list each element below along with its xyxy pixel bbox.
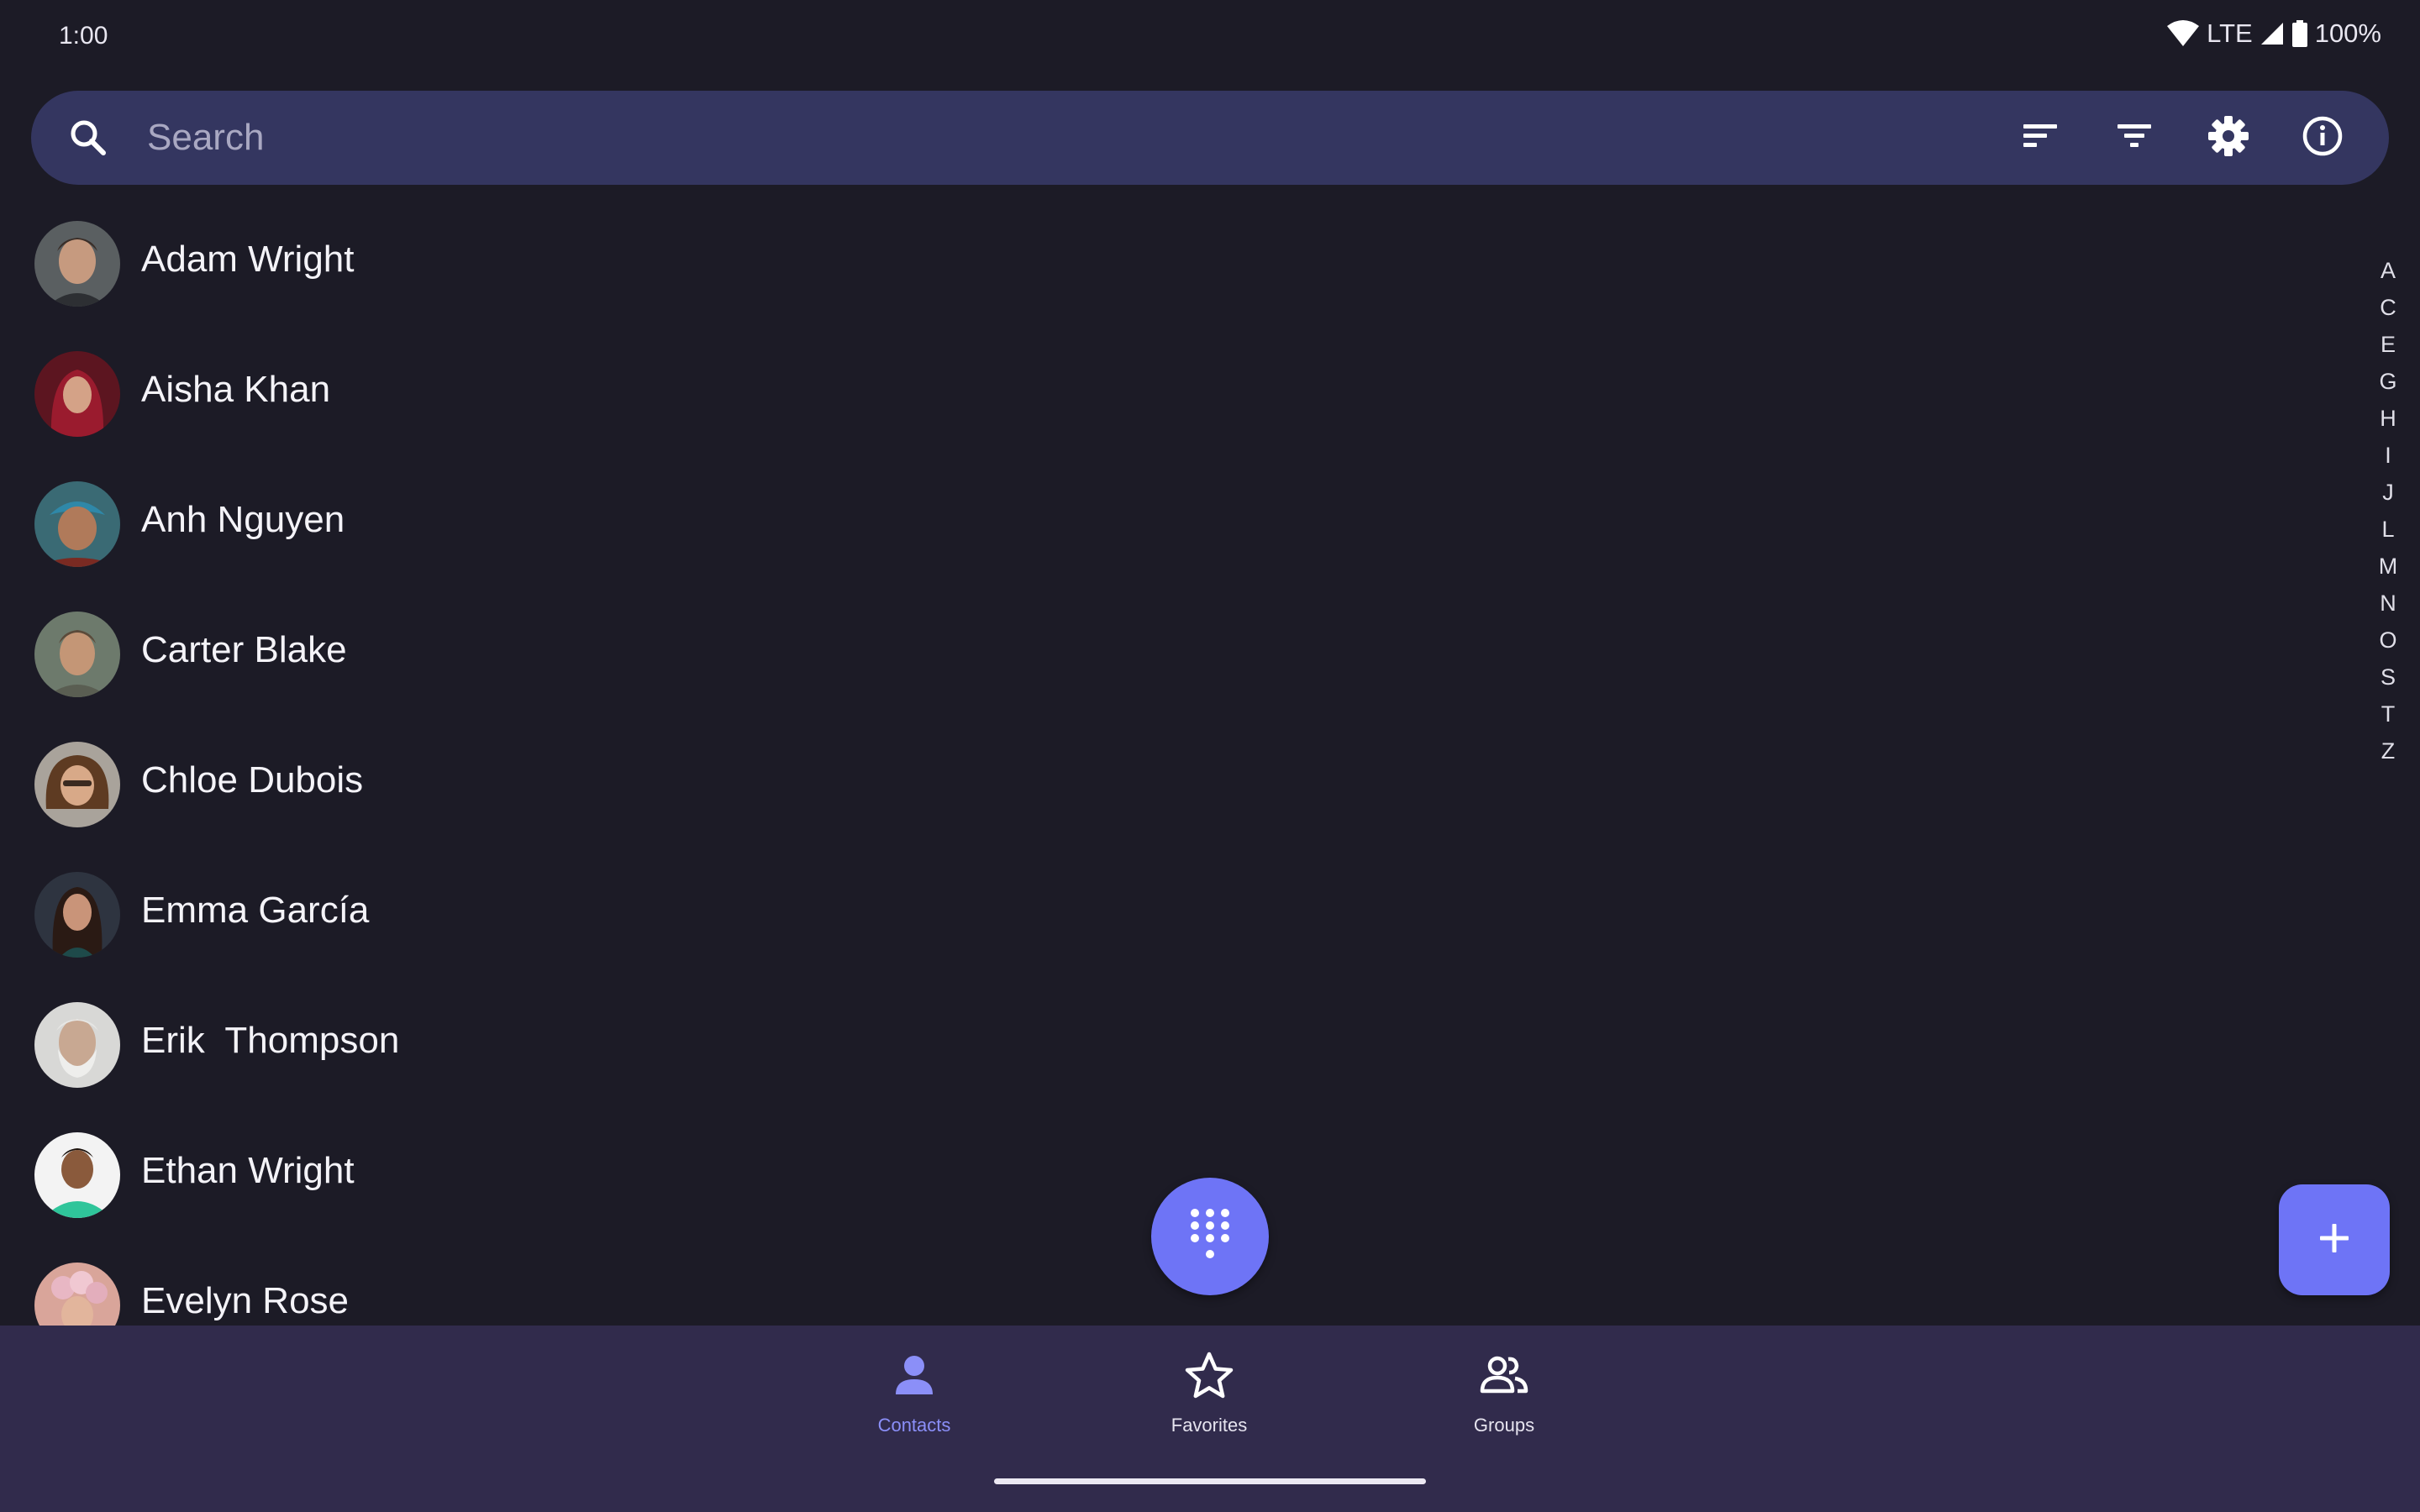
status-icons: LTE 100% [2166, 18, 2381, 49]
contact-row[interactable]: Carter Blake [0, 589, 2336, 719]
contact-name: Chloe Dubois [141, 759, 364, 801]
sort-button[interactable] [2013, 111, 2067, 165]
contact-row[interactable]: Chloe Dubois [0, 719, 2336, 849]
settings-gear-icon [2207, 114, 2250, 162]
info-icon [2301, 114, 2344, 162]
contact-row[interactable]: Adam Wright [0, 198, 2336, 328]
status-bar: 1:00 LTE 100% [0, 0, 2420, 76]
contact-name: Erik Thompson [141, 1020, 400, 1061]
star-icon [1182, 1349, 1236, 1403]
contact-name: Anh Nguyen [141, 499, 345, 540]
sort-icon [2020, 121, 2060, 155]
nav-item-favorites[interactable]: Favorites [1108, 1349, 1310, 1458]
alphabet-index-letter[interactable]: A [2370, 252, 2407, 289]
search-icon[interactable] [65, 114, 112, 161]
alphabet-index-letter[interactable]: S [2370, 659, 2407, 696]
contact-name: Adam Wright [141, 239, 355, 280]
alphabet-index-letter[interactable]: Z [2370, 732, 2407, 769]
contact-row[interactable]: Emma García [0, 849, 2336, 979]
settings-button[interactable] [2202, 111, 2255, 165]
group-icon [1477, 1349, 1531, 1403]
search-bar [31, 91, 2389, 185]
alphabet-index-letter[interactable]: N [2370, 585, 2407, 622]
contact-name: Emma García [141, 890, 370, 931]
nav-item-contacts[interactable]: Contacts [813, 1349, 1015, 1458]
alphabet-index-letter[interactable]: T [2370, 696, 2407, 732]
alphabet-index-letter[interactable]: M [2370, 548, 2407, 585]
contact-avatar [34, 742, 120, 827]
info-button[interactable] [2296, 111, 2349, 165]
cell-signal-icon [2260, 21, 2285, 46]
battery-icon [2291, 20, 2308, 47]
battery-percentage: 100% [2314, 18, 2381, 48]
search-input[interactable] [139, 91, 1752, 185]
contact-avatar [34, 872, 120, 958]
alphabet-index-letter[interactable]: O [2370, 622, 2407, 659]
nav-label: Contacts [877, 1415, 951, 1436]
contact-row[interactable]: Aisha Khan [0, 328, 2336, 459]
alphabet-index-letter[interactable]: H [2370, 400, 2407, 437]
contact-row[interactable]: Anh Nguyen [0, 459, 2336, 589]
contact-list: Adam Wright Aisha Khan Anh Nguyen Carter… [0, 198, 2336, 1326]
alphabet-index-letter[interactable]: J [2370, 474, 2407, 511]
contact-name: Ethan Wright [141, 1150, 355, 1191]
add-contact-button[interactable] [2279, 1184, 2390, 1295]
network-type: LTE [2207, 18, 2253, 48]
contact-name: Evelyn Rose [141, 1280, 350, 1321]
alphabet-index-letter[interactable]: L [2370, 511, 2407, 548]
contact-name: Aisha Khan [141, 369, 331, 410]
filter-icon [2114, 121, 2154, 155]
person-icon [887, 1349, 941, 1403]
contact-avatar [34, 221, 120, 307]
nav-item-groups[interactable]: Groups [1403, 1349, 1605, 1458]
contact-row[interactable]: Erik Thompson [0, 979, 2336, 1110]
alphabet-index-letter[interactable]: C [2370, 289, 2407, 326]
plus-icon [2317, 1221, 2351, 1259]
contact-avatar [34, 1132, 120, 1218]
wifi-icon [2166, 19, 2200, 48]
filter-button[interactable] [2107, 111, 2161, 165]
status-time: 1:00 [59, 22, 108, 50]
alphabet-index[interactable]: ACEGHIJLMNOSTZ [2370, 252, 2407, 769]
dialpad-icon [1188, 1208, 1232, 1266]
contact-avatar [34, 481, 120, 567]
alphabet-index-letter[interactable]: G [2370, 363, 2407, 400]
contact-avatar [34, 351, 120, 437]
alphabet-index-letter[interactable]: E [2370, 326, 2407, 363]
home-indicator[interactable] [994, 1478, 1426, 1484]
dialpad-button[interactable] [1151, 1178, 1269, 1295]
nav-label: Favorites [1171, 1415, 1248, 1436]
alphabet-index-letter[interactable]: I [2370, 437, 2407, 474]
contact-avatar [34, 1263, 120, 1326]
contacts-screen: 1:00 LTE 100% Search Adam Wright Aisha K… [0, 0, 2420, 1512]
contact-avatar [34, 612, 120, 697]
nav-label: Groups [1473, 1415, 1535, 1436]
contact-avatar [34, 1002, 120, 1088]
contact-name: Carter Blake [141, 629, 347, 670]
